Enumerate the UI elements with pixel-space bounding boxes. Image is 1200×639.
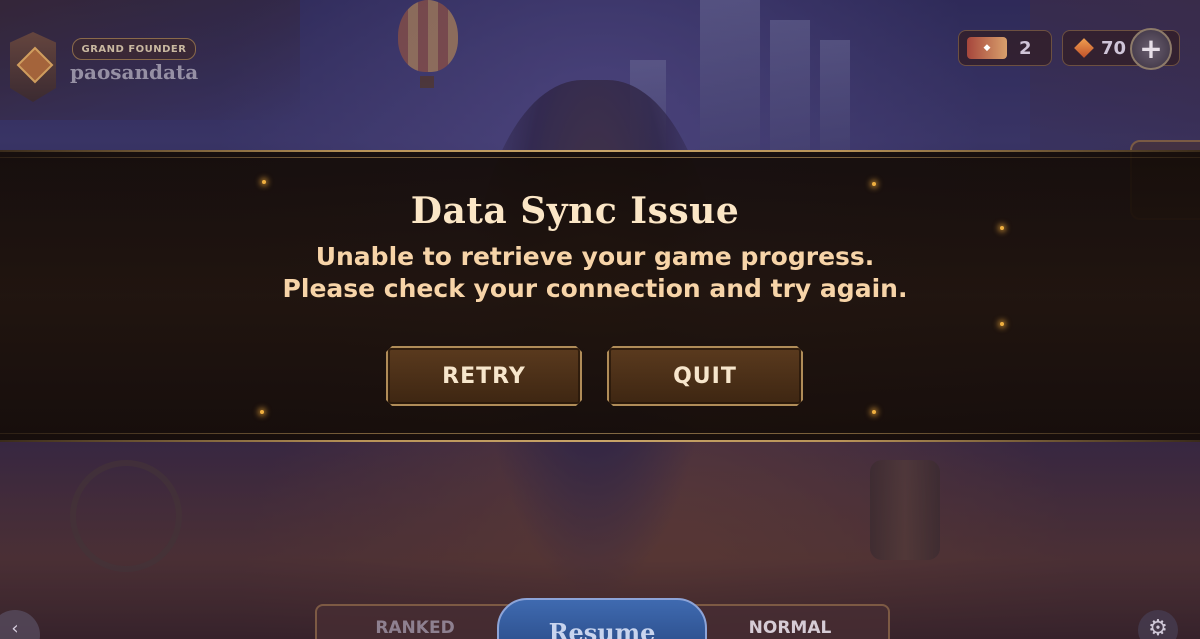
- dialog-border-bottom: [0, 440, 1200, 442]
- sparkle: [872, 410, 876, 414]
- gem-count: 70: [1101, 37, 1127, 59]
- dialog-message-line-1: Unable to retrieve your game progress.: [315, 242, 875, 271]
- tab-ranked[interactable]: RANKED: [315, 604, 515, 639]
- dialog-title: Data Sync Issue: [410, 190, 740, 232]
- sparkle: [260, 410, 264, 414]
- dialog-message-line-2: Please check your connection and try aga…: [282, 274, 908, 303]
- player-name: paosandata: [70, 60, 199, 84]
- resume-button[interactable]: Resume: [497, 598, 707, 639]
- retry-button[interactable]: RETRY: [386, 346, 582, 406]
- ticket-counter[interactable]: ◆ 2: [958, 30, 1052, 66]
- ticket-count: 2: [1019, 37, 1032, 59]
- sparkle: [262, 180, 266, 184]
- sparkle: [1000, 322, 1004, 326]
- game-screen: GRAND FOUNDER paosandata ◆ 2 70 + Data S…: [0, 0, 1200, 639]
- dialog-border-top-inner: [0, 157, 1200, 158]
- gem-icon: [1074, 38, 1094, 58]
- quit-button[interactable]: QUIT: [607, 346, 803, 406]
- dialog-border-top: [0, 150, 1200, 152]
- dialog-border-bottom-inner: [0, 433, 1200, 434]
- add-currency-button[interactable]: +: [1130, 28, 1172, 70]
- ticket-icon: ◆: [967, 37, 1007, 59]
- tab-normal[interactable]: NORMAL: [690, 604, 890, 639]
- rank-badge: GRAND FOUNDER: [72, 38, 196, 60]
- sparkle: [872, 182, 876, 186]
